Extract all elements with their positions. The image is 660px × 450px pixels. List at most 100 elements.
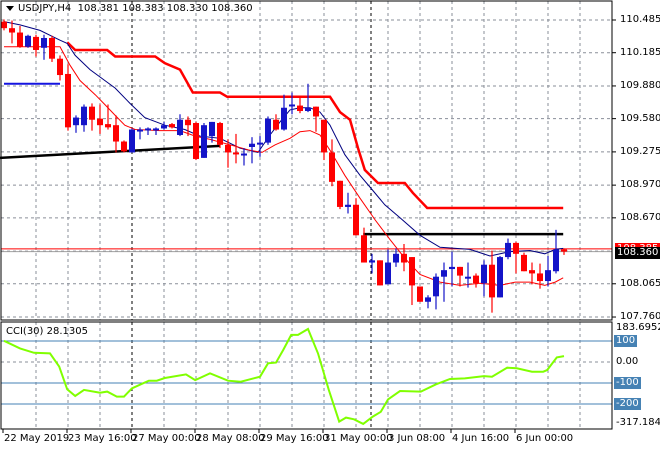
price-label: 108.670 [620,211,660,223]
bear-candle [329,152,335,182]
bear-candle [529,270,535,274]
bull-candle [201,125,207,158]
bull-candle [553,249,559,272]
bear-candle [185,119,191,126]
price-label: 110.485 [620,14,660,25]
bear-candle [513,242,519,254]
price-label: 109.880 [620,79,660,91]
bull-candle [209,121,215,137]
bull-candle [385,262,391,285]
chart-canvas[interactable] [0,0,660,450]
bull-candle [161,125,167,129]
bear-candle [361,235,367,263]
bull-candle [241,153,247,156]
bull-candle [345,204,351,207]
cci-pane-border [0,321,613,430]
trailing-stop-line [66,41,564,210]
bear-candle [225,144,231,153]
bear-candle [401,253,407,263]
bear-candle [537,273,543,282]
time-label: 28 May 08:00 [196,433,265,444]
bear-candle [417,286,423,302]
time-label: 31 May 00:00 [324,433,393,444]
bull-candle [281,107,287,130]
bull-candle [481,264,487,284]
price-label: 108.970 [620,179,660,191]
bull-candle [425,297,431,302]
bull-candle [545,270,551,282]
bear-candle [1,21,7,29]
bear-candle [97,118,103,126]
slow-ma-line [3,21,564,257]
fast-ma-line [4,46,564,286]
price-label: 108.065 [620,277,660,289]
bull-candle [465,276,471,279]
bear-candle [193,123,199,159]
bull-candle [25,35,31,47]
bull-candle [129,129,135,153]
bull-candle [497,257,503,298]
bear-candle [9,28,15,33]
bear-candle [457,266,463,276]
cci-zero-label: 0.00 [616,356,639,367]
dropdown-triangle-icon[interactable] [6,5,14,11]
bear-candle [33,36,39,50]
bear-candle [273,119,279,130]
bull-candle [305,107,311,112]
price-label: 109.580 [620,112,660,124]
bull-candle [257,142,263,145]
time-label: 22 May 2019 [4,433,70,444]
bear-candle [521,254,527,272]
bull-candle [433,276,439,297]
bull-candle [137,129,143,132]
bear-candle [217,123,223,145]
bear-candle [473,275,479,284]
bull-candle [177,119,183,135]
bull-candle [153,128,159,131]
bear-candle [65,73,71,128]
bull-candle [73,117,79,126]
bear-candle [113,125,119,142]
high-value: 108.383 [122,3,164,14]
bull-candle [369,260,375,263]
bull-candle [505,242,511,258]
bull-candle [449,266,455,270]
bear-candle [561,249,567,252]
bear-candle [57,58,63,76]
time-label: 23 May 16:00 [68,433,137,444]
bear-candle [313,106,319,117]
bear-candle [409,257,415,286]
cci-level-label: -100 [614,377,641,389]
price-label: 107.760 [620,311,660,323]
low-value: 108.330 [166,3,209,14]
bull-candle [249,143,255,147]
symbol-label: USDJPY,H4 [18,3,72,14]
bear-candle [49,37,55,59]
bull-candle [441,270,447,277]
bull-candle [289,104,295,107]
price-label: 109.275 [620,145,660,157]
time-label: 3 Jun 08:00 [388,433,446,444]
cci-line [3,327,565,426]
bear-candle [169,124,175,128]
time-label: 27 May 00:00 [132,433,201,444]
cci-title: CCI(30) 28.1305 [6,326,88,337]
cci-level-label: 100 [614,335,638,347]
bull-candle [41,37,47,48]
bull-candle [393,253,399,263]
time-label: 4 Jun 16:00 [452,433,510,444]
bid-price-label: 108.360 [615,246,660,259]
open-value: 108.381 [77,3,120,14]
cci-min-label: -317.184 [616,416,660,428]
price-label: 110.185 [620,46,660,58]
time-label: 29 May 16:00 [260,433,329,444]
chart-title: USDJPY,H4 108.381 108.383 108.330 108.36… [6,3,253,15]
bull-candle [81,106,87,126]
bear-candle [377,260,383,286]
cci-level-label: -200 [614,398,641,410]
bear-candle [321,119,327,153]
bear-candle [353,204,359,236]
bull-candle [145,128,151,131]
bull-candle [265,118,271,143]
bear-candle [233,152,239,155]
